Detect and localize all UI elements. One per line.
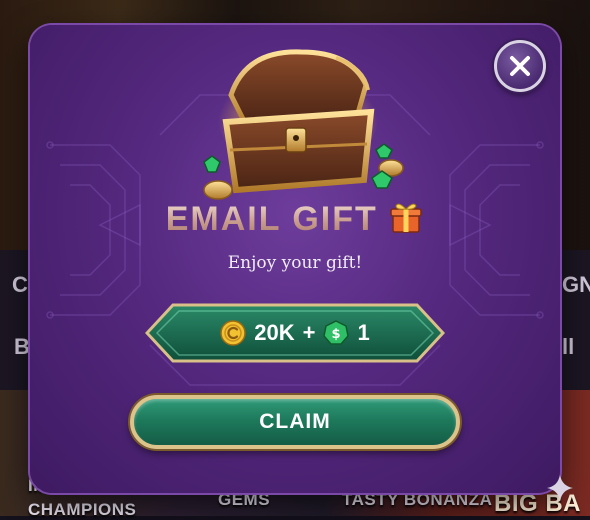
game-tile-label[interactable]: CHAMPIONS xyxy=(28,500,136,520)
close-button[interactable] xyxy=(494,40,546,92)
lobby-side-text: B xyxy=(14,334,30,359)
reward-sweeps: 1 xyxy=(357,320,370,345)
coin-icon xyxy=(220,320,247,346)
modal-title: EMAIL GIFT xyxy=(0,200,590,239)
claim-button[interactable]: CLAIM xyxy=(130,395,460,449)
modal-subtitle: Enjoy your gift! xyxy=(227,253,363,273)
gift-icon xyxy=(390,203,422,233)
svg-text:$: $ xyxy=(332,327,341,342)
sweeps-coin-icon: $ xyxy=(323,320,350,345)
lobby-side-text: GN xyxy=(562,272,590,297)
reward-plus: + xyxy=(302,320,316,345)
reward-coins: 20K xyxy=(254,320,295,345)
game-tile-label[interactable]: GEMS xyxy=(218,490,270,510)
game-tile-label[interactable]: TASTY BONANZA xyxy=(342,490,492,510)
lobby-side-text: C xyxy=(12,272,28,297)
title-text: EMAIL GIFT xyxy=(165,200,378,238)
close-icon xyxy=(510,56,530,76)
treasure-chest-icon xyxy=(203,49,404,200)
sparkle-icon xyxy=(547,475,573,501)
lobby-side-text: ll xyxy=(562,334,575,359)
reward-plate: 20K + $ 1 xyxy=(145,303,445,363)
